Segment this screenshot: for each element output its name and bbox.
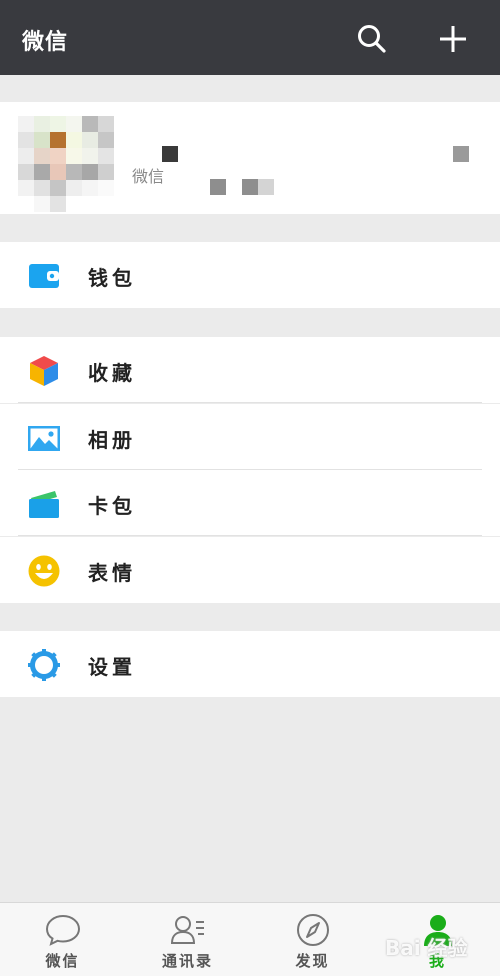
qr-code-mosaic (453, 146, 469, 162)
menu-item-wallet[interactable]: 钱包 (0, 242, 500, 308)
tab-contacts[interactable]: 通讯录 (125, 903, 250, 976)
menu-item-label: 设置 (88, 655, 136, 679)
tab-me[interactable]: 我 (375, 903, 500, 976)
menu-item-label: 收藏 (88, 361, 136, 385)
menu-item-favorites[interactable]: 收藏 (0, 337, 500, 403)
smiley-icon (28, 555, 60, 587)
tab-label: 通讯录 (161, 952, 213, 970)
tab-label: 我 (428, 952, 446, 970)
id-mosaic (210, 179, 226, 195)
add-button[interactable] (436, 22, 470, 56)
wallet-icon (29, 264, 59, 288)
menu-item-label: 相册 (88, 428, 136, 452)
person-icon (424, 915, 452, 946)
tab-label: 微信 (45, 952, 80, 970)
id-mosaic (258, 179, 274, 195)
menu-item-stickers[interactable]: 表情 (0, 537, 500, 603)
tab-label: 发现 (295, 952, 330, 970)
id-mosaic (242, 179, 258, 195)
divider (18, 535, 482, 536)
chat-bubble-icon (45, 914, 81, 946)
picture-icon (28, 426, 60, 451)
card-icon (29, 491, 59, 518)
cube-icon (30, 356, 58, 386)
nickname-mosaic (162, 146, 178, 162)
top-bar: 微信 (0, 0, 500, 75)
avatar (18, 116, 114, 212)
search-button[interactable] (355, 22, 389, 56)
plus-icon (440, 26, 466, 52)
search-icon (358, 25, 386, 53)
tab-discover[interactable]: 发现 (250, 903, 375, 976)
profile-card[interactable] (0, 102, 500, 214)
compass-icon (297, 914, 329, 946)
divider (18, 402, 482, 403)
menu-item-label: 钱包 (88, 266, 136, 290)
tab-chats[interactable]: 微信 (0, 903, 125, 976)
gear-icon (28, 649, 60, 681)
bottom-tab-bar: 微信 通讯录 发现 我 (0, 902, 500, 976)
menu-item-card-package[interactable]: 卡包 (0, 470, 500, 536)
contacts-icon (170, 916, 204, 944)
menu-item-settings[interactable]: 设置 (0, 631, 500, 697)
menu-item-label: 卡包 (88, 494, 136, 518)
menu-item-album[interactable]: 相册 (0, 404, 500, 470)
wechat-id-label: 微信 (132, 167, 165, 186)
page-title: 微信 (22, 30, 69, 55)
menu-item-label: 表情 (88, 561, 136, 585)
